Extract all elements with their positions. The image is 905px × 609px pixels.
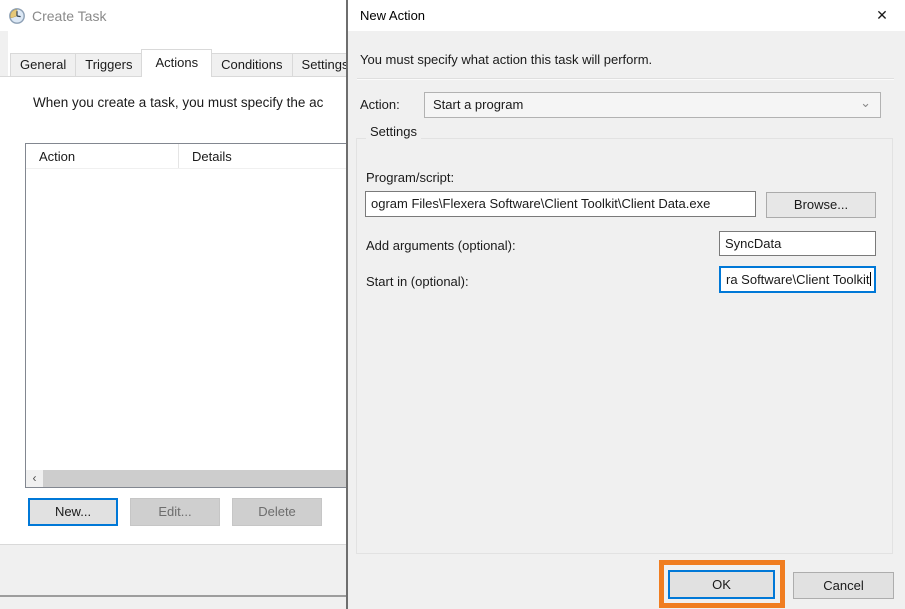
chevron-down-icon: ⌄: [860, 91, 871, 115]
horizontal-scrollbar[interactable]: ‹: [26, 470, 346, 487]
column-header-details[interactable]: Details: [179, 144, 346, 168]
program-script-label: Program/script:: [366, 170, 454, 185]
actions-tab-page: When you create a task, you must specify…: [0, 76, 346, 545]
footer-divider: [0, 595, 346, 597]
new-action-title: New Action: [360, 0, 425, 31]
actions-listview: Action Details ‹: [25, 143, 346, 488]
edit-button: Edit...: [130, 498, 220, 526]
delete-button: Delete: [232, 498, 322, 526]
close-icon[interactable]: ✕: [867, 0, 897, 31]
program-script-input[interactable]: ogram Files\Flexera Software\Client Tool…: [365, 191, 756, 217]
tab-triggers[interactable]: Triggers: [76, 53, 142, 77]
actions-button-row: New... Edit... Delete: [0, 498, 346, 526]
create-task-window: Create Task General Triggers Actions Con…: [0, 0, 346, 609]
tab-actions[interactable]: Actions: [141, 49, 212, 77]
start-in-label: Start in (optional):: [366, 274, 469, 289]
cancel-button[interactable]: Cancel: [793, 572, 894, 599]
action-dropdown[interactable]: Start a program ⌄: [424, 92, 881, 118]
create-task-title: Create Task: [32, 8, 106, 24]
action-dropdown-value: Start a program: [433, 97, 523, 112]
text-caret: [870, 272, 871, 286]
settings-group-label: Settings: [366, 124, 421, 139]
start-in-value: ra Software\Client Toolkit: [726, 272, 870, 287]
action-label: Action:: [360, 97, 400, 112]
listview-body-empty[interactable]: [26, 170, 346, 469]
tab-settings[interactable]: Settings: [293, 53, 346, 77]
screen: Create Task General Triggers Actions Con…: [0, 0, 905, 609]
actions-intro-text: When you create a task, you must specify…: [33, 95, 323, 110]
add-arguments-label: Add arguments (optional):: [366, 238, 516, 253]
new-action-titlebar: New Action ✕: [348, 0, 905, 31]
scrollbar-thumb[interactable]: [43, 470, 346, 487]
ok-button[interactable]: OK: [668, 570, 775, 599]
new-action-dialog: New Action ✕ You must specify what actio…: [346, 0, 905, 609]
tab-conditions[interactable]: Conditions: [212, 53, 292, 77]
listview-header: Action Details: [26, 144, 346, 169]
dialog-message: You must specify what action this task w…: [360, 52, 652, 67]
header-separator: [357, 78, 894, 80]
tab-general[interactable]: General: [10, 53, 76, 77]
create-task-tabs: General Triggers Actions Conditions Sett…: [10, 49, 346, 77]
column-header-action[interactable]: Action: [26, 144, 179, 168]
create-task-titlebar: Create Task: [0, 0, 346, 31]
start-in-input[interactable]: ra Software\Client Toolkit: [719, 266, 876, 293]
new-button[interactable]: New...: [28, 498, 118, 526]
add-arguments-input[interactable]: SyncData: [719, 231, 876, 256]
task-scheduler-clock-icon: [9, 8, 25, 24]
create-task-footer: [0, 545, 346, 609]
scrollbar-left-arrow-icon[interactable]: ‹: [26, 470, 43, 487]
browse-button[interactable]: Browse...: [766, 192, 876, 218]
